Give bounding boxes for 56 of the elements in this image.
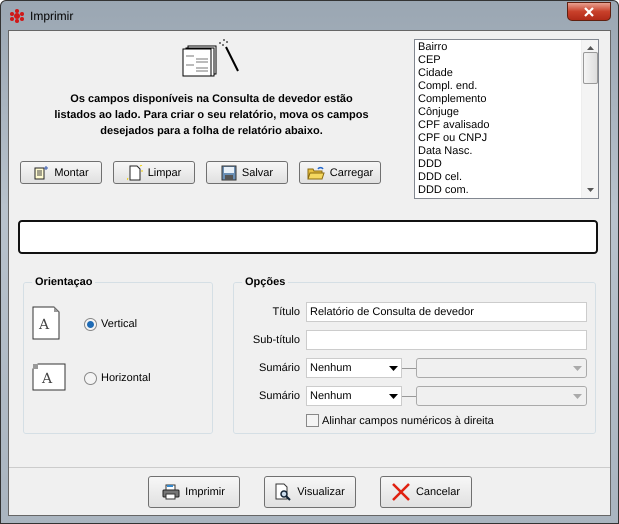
align-numeric-checkbox[interactable]: Alinhar campos numéricos à direita xyxy=(306,414,494,427)
dropdown-arrow-icon xyxy=(573,394,582,398)
radio-option[interactable]: Vertical xyxy=(84,318,138,330)
list-item[interactable]: CPF avalisado xyxy=(418,119,578,132)
list-item[interactable]: Cônjuge xyxy=(418,106,578,119)
list-item[interactable]: CEP xyxy=(418,54,578,67)
summary-dropdown[interactable]: Nenhum xyxy=(306,358,402,378)
summary-dropdown[interactable]: Nenhum xyxy=(306,386,402,406)
subtitle-field[interactable] xyxy=(306,330,587,350)
page-magnifier-icon xyxy=(274,482,292,500)
printer-icon xyxy=(162,484,180,500)
fields-listbox[interactable]: Bairro CEP Cidade Compl. end. Complemento Cônjuge CPF avalisado CPF ou CNPJ Data Nasc. DDD DDD cel. DDD com. xyxy=(414,39,599,199)
list-item[interactable]: Compl. end. xyxy=(418,80,578,93)
landscape-page-icon: A xyxy=(32,362,66,390)
window-title: Imprimir xyxy=(30,8,74,22)
toolbar-button[interactable]: Salvar xyxy=(206,161,288,184)
list-item[interactable]: Data Nasc. xyxy=(418,145,578,158)
blank-page-icon xyxy=(126,164,143,180)
toolbar-button[interactable]: Montar xyxy=(20,161,102,184)
dialog-button[interactable]: Imprimir xyxy=(148,476,240,508)
open-folder-icon xyxy=(306,164,325,180)
list-item[interactable]: DDD com. xyxy=(418,184,578,197)
report-sheet-area[interactable] xyxy=(18,220,598,254)
dialog-button[interactable]: Visualizar xyxy=(264,476,356,508)
dialog-button[interactable]: Cancelar xyxy=(380,476,472,508)
list-item[interactable]: CPF ou CNPJ xyxy=(418,132,578,145)
radio-option[interactable]: Horizontal xyxy=(84,372,151,384)
scrollbar[interactable] xyxy=(581,40,598,198)
report-wizard-icon xyxy=(182,39,242,77)
app-icon xyxy=(10,8,24,22)
scroll-up-icon[interactable] xyxy=(586,46,594,50)
notepad-sparkle-icon xyxy=(33,164,50,180)
list-item[interactable]: Bairro xyxy=(418,41,578,54)
list-item[interactable]: DDD xyxy=(418,158,578,171)
portrait-page-icon: A xyxy=(32,306,60,340)
instructions-text: Os campos disponíveis na Consulta de devedor estão listados ao lado. Para criar o seu relatório, mova os campos desejados para a folha de relatório abaixo. xyxy=(53,92,370,139)
cross-icon xyxy=(390,482,411,502)
list-item[interactable]: DDD cel. xyxy=(418,171,578,184)
close-button[interactable] xyxy=(567,2,611,21)
toolbar-button[interactable]: Carregar xyxy=(299,161,381,184)
list-item[interactable]: Cidade xyxy=(418,67,578,80)
close-icon xyxy=(583,6,595,16)
field-label: Sumário xyxy=(258,362,300,374)
toolbar-button[interactable]: Limpar xyxy=(113,161,195,184)
group-title: Orientaçao xyxy=(34,276,94,288)
field-label: Sumário xyxy=(258,390,300,402)
scroll-thumb[interactable] xyxy=(582,52,598,84)
scroll-down-icon[interactable] xyxy=(586,188,594,192)
field-label: Sub-título xyxy=(252,334,300,346)
dropdown-arrow-icon xyxy=(389,394,398,398)
title-field[interactable]: Relatório de Consulta de devedor xyxy=(306,302,587,322)
field-label: Título xyxy=(271,306,300,318)
list-item[interactable]: Complemento xyxy=(418,93,578,106)
dropdown-arrow-icon xyxy=(573,366,582,370)
dropdown-arrow-icon xyxy=(389,366,398,370)
group-title: Opções xyxy=(244,276,286,288)
